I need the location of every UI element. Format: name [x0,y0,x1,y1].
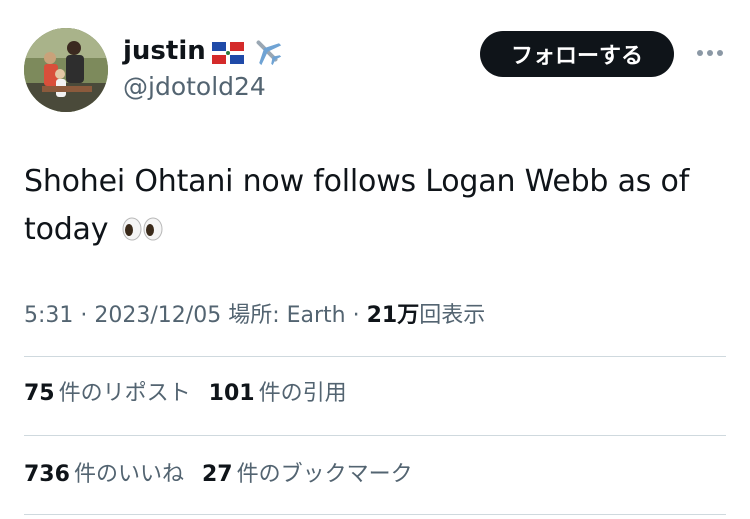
meta-separator: · [352,303,367,328]
more-dot [707,50,713,56]
more-dot [697,50,703,56]
quotes-label: 件の引用 [258,381,347,406]
divider [24,435,726,436]
tweet-time[interactable]: 5:31 [24,303,73,328]
likes-stat[interactable]: 736 件のいいね [24,459,184,491]
tweet-date[interactable]: 2023/12/05 [94,303,221,328]
reposts-count: 75 [24,381,55,406]
dominican-republic-flag-icon [211,40,244,64]
meta-separator: · [80,303,95,328]
views-label: 回表示 [419,303,486,328]
likes-label: 件のいいね [73,462,184,487]
reposts-stat[interactable]: 75 件のリポスト [24,378,191,410]
tweet-text: Shohei Ohtani now follows Logan Webb as … [24,158,724,254]
display-name-text[interactable]: justin [123,35,206,67]
quotes-stat[interactable]: 101 件の引用 [209,378,347,410]
more-dot [717,50,723,56]
user-handle[interactable]: @jdotold24 [123,72,284,102]
bookmarks-stat[interactable]: 27 件のブックマーク [202,459,413,491]
divider [24,356,726,357]
likes-count: 736 [24,462,70,487]
user-names: justin @jdotold24 [123,34,284,102]
eyes-emoji-icon [122,208,164,241]
bookmarks-count: 27 [201,462,233,487]
stats-row-likes: 736 件のいいね 27 件のブックマーク [24,459,413,491]
divider [24,514,726,515]
more-horizontal-icon[interactable] [690,38,730,68]
reposts-label: 件のリポスト [58,381,191,406]
display-name[interactable]: justin [123,34,284,68]
bookmarks-label: 件のブックマーク [236,462,413,487]
tweet-location: 場所: Earth [228,303,346,328]
avatar[interactable] [24,28,108,112]
tweet-meta: 5:31 · 2023/12/05 場所: Earth · 21万回表示 [24,300,485,332]
stats-row-reposts: 75 件のリポスト 101 件の引用 [24,378,347,410]
airplane-icon [250,34,284,68]
views-count: 21万 [366,303,420,328]
quotes-count: 101 [208,381,255,406]
follow-button[interactable]: フォローする [480,31,674,77]
